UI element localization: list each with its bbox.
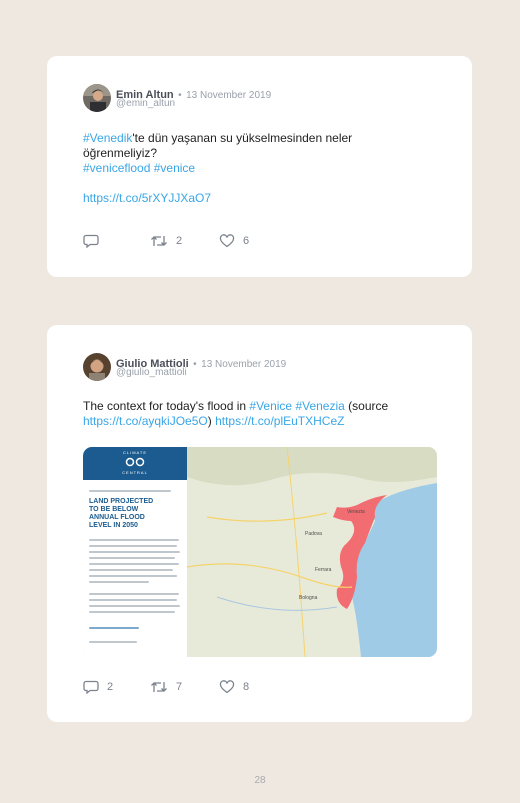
avatar[interactable] bbox=[83, 84, 111, 112]
tweet-media-image[interactable]: CLIMATE CENTRAL LAND PROJECTED TO BE BEL… bbox=[83, 447, 437, 657]
retweet-count: 2 bbox=[176, 235, 183, 247]
headline-line: LAND PROJECTED bbox=[89, 498, 154, 505]
text-line bbox=[89, 490, 171, 492]
tweet-date[interactable]: 13 November 2019 bbox=[186, 90, 271, 101]
tweet-url-link[interactable]: https://t.co/ayqkiJOe5O bbox=[83, 414, 208, 428]
text-line bbox=[89, 641, 137, 643]
text-line bbox=[89, 545, 177, 547]
text-line bbox=[89, 569, 173, 571]
tweet-text-line: #Venedik'te dün yaşanan su yükselmesinde… bbox=[83, 131, 403, 146]
retweet-count: 7 bbox=[176, 681, 183, 693]
infographic-headline: LAND PROJECTED TO BE BELOW ANNUAL FLOOD … bbox=[89, 498, 185, 530]
text-line bbox=[89, 605, 180, 607]
hashtag-link[interactable]: #Venedik bbox=[83, 131, 132, 145]
text-line bbox=[89, 563, 179, 565]
text-line bbox=[89, 539, 179, 541]
tweet-text-span: ) bbox=[207, 414, 212, 428]
tweet-card: Giulio Mattioli • 13 November 2019 @giul… bbox=[47, 325, 472, 722]
text-line bbox=[89, 551, 180, 553]
headline-line: LEVEL IN 2050 bbox=[89, 522, 138, 529]
author-handle[interactable]: @emin_altun bbox=[116, 98, 175, 109]
text-line bbox=[89, 599, 177, 601]
text-line bbox=[89, 627, 139, 629]
like-count: 6 bbox=[243, 235, 250, 247]
tweet-url-link[interactable]: https://t.co/plEuTXHCeZ bbox=[215, 414, 344, 428]
tweet-text: The context for today's flood in #Venice… bbox=[83, 399, 443, 429]
hashtag-line: #veniceflood #venice bbox=[83, 161, 403, 176]
heart-icon bbox=[219, 680, 235, 694]
tweet-text: #Venedik'te dün yaşanan su yükselmesinde… bbox=[83, 131, 403, 206]
tweet-text-line: öğrenmeliyiz? bbox=[83, 146, 158, 160]
tweet-text-span: 'te dün yaşanan su yükselmesinden neler bbox=[132, 131, 353, 145]
tweet-date[interactable]: 13 November 2019 bbox=[201, 359, 286, 370]
tweet-url-link[interactable]: https://t.co/5rXYJJXaO7 bbox=[83, 191, 403, 206]
separator: • bbox=[193, 359, 197, 370]
headline-line: ANNUAL FLOOD bbox=[89, 514, 145, 521]
text-line bbox=[89, 593, 179, 595]
text-line bbox=[89, 611, 175, 613]
brand-logo-icon bbox=[125, 457, 145, 467]
hashtag-link[interactable]: #Venice bbox=[249, 399, 292, 413]
retweet-button[interactable]: 2 bbox=[150, 233, 182, 249]
tweet-text-line: https://t.co/ayqkiJOe5O) https://t.co/pl… bbox=[83, 414, 443, 429]
brand-name-line1: CLIMATE bbox=[122, 450, 148, 455]
city-label: Ferrara bbox=[315, 567, 332, 573]
author-handle[interactable]: @giulio_mattioli bbox=[116, 367, 187, 378]
hashtag-link[interactable]: #Venezia bbox=[295, 399, 344, 413]
hashtag-link[interactable]: #venice bbox=[154, 161, 195, 175]
avatar[interactable] bbox=[83, 353, 111, 381]
separator: • bbox=[178, 90, 182, 101]
page-number: 28 bbox=[254, 775, 266, 786]
reply-icon bbox=[83, 234, 99, 248]
like-count: 8 bbox=[243, 681, 250, 693]
text-line bbox=[89, 581, 149, 583]
city-label: Padova bbox=[305, 531, 322, 537]
headline-line: TO BE BELOW bbox=[89, 506, 139, 513]
infographic-panel: CLIMATE CENTRAL LAND PROJECTED TO BE BEL… bbox=[83, 447, 188, 657]
like-button[interactable]: 8 bbox=[219, 679, 249, 695]
reply-icon bbox=[83, 680, 99, 694]
like-button[interactable]: 6 bbox=[219, 233, 249, 249]
hashtag-link[interactable]: #veniceflood bbox=[83, 161, 150, 175]
city-label: Bologna bbox=[299, 595, 318, 601]
tweet-text-span: (source bbox=[344, 399, 389, 413]
heart-icon bbox=[219, 234, 235, 248]
tweet-text-line: The context for today's flood in #Venice… bbox=[83, 399, 443, 414]
text-line bbox=[89, 557, 175, 559]
reply-button[interactable]: 2 bbox=[83, 679, 113, 695]
retweet-button[interactable]: 7 bbox=[150, 679, 182, 695]
reply-button[interactable] bbox=[83, 233, 107, 249]
city-label: Venezia bbox=[347, 509, 365, 515]
text-line bbox=[89, 575, 177, 577]
flood-map: Padova Venezia Bologna Ferrara bbox=[187, 447, 437, 657]
tweet-text-span: The context for today's flood in bbox=[83, 399, 250, 413]
reply-count: 2 bbox=[107, 681, 114, 693]
brand-header: CLIMATE CENTRAL bbox=[83, 447, 187, 480]
retweet-icon bbox=[151, 236, 167, 246]
retweet-icon bbox=[151, 682, 167, 692]
brand-name-line2: CENTRAL bbox=[122, 470, 148, 475]
tweet-card: Emin Altun • 13 November 2019 @emin_altu… bbox=[47, 56, 472, 277]
